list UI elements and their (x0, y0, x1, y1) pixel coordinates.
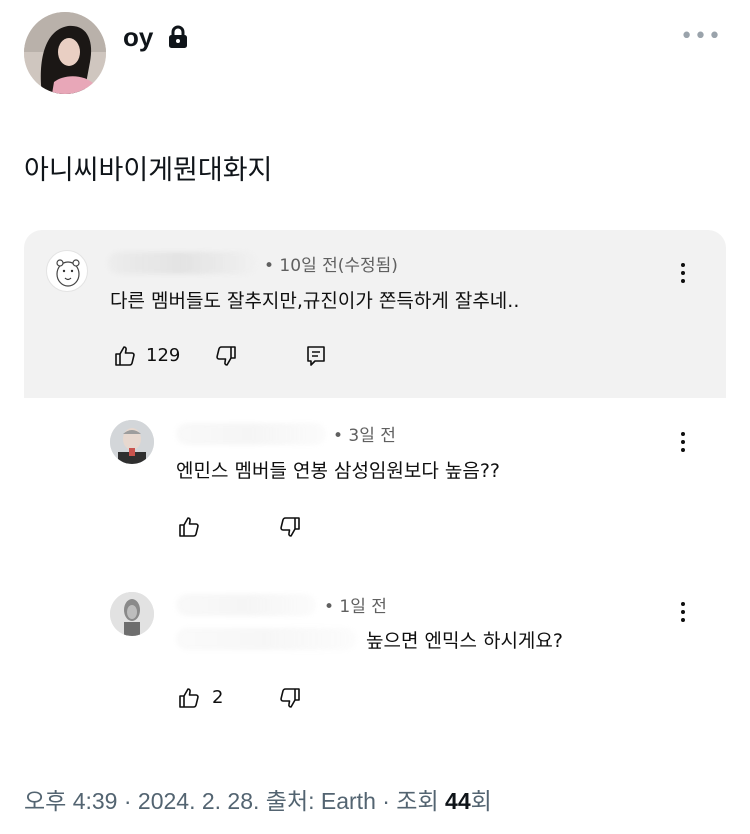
commenter-avatar[interactable] (110, 592, 154, 636)
comment-text: 다른 멤버들도 잘추지만,규진이가 쫀득하게 잘추네.. (110, 290, 520, 312)
username[interactable]: oy (123, 22, 153, 53)
commenter-avatar[interactable] (110, 420, 154, 464)
comment-options-icon[interactable] (680, 602, 686, 626)
like-icon[interactable] (177, 686, 201, 710)
post-timestamp-source: 오후 4:39 · 2024. 2. 28. 출처: Earth · 조회 (24, 788, 446, 814)
like-count: 129 (146, 345, 181, 366)
commenter-avatar[interactable] (46, 250, 88, 292)
profile-avatar[interactable] (24, 12, 106, 94)
comment-text: 엔민스 멤버들 연봉 삼성임원보다 높음?? (176, 460, 501, 482)
view-suffix: 회 (470, 788, 492, 814)
like-icon[interactable] (113, 344, 137, 368)
like-icon[interactable] (177, 515, 201, 539)
dislike-icon[interactable] (278, 515, 302, 539)
lock-icon (168, 25, 188, 49)
reply-icon[interactable] (304, 344, 328, 368)
commenter-name-redacted (108, 252, 256, 274)
post-footer: 오후 4:39 · 2024. 2. 28. 출처: Earth · 조회 44… (24, 782, 492, 816)
comment-text-redacted (176, 628, 356, 650)
comment-meta: • 10일 전(수정됨) (264, 256, 398, 276)
like-count: 2 (212, 687, 224, 708)
view-count: 44 (445, 788, 471, 814)
commenter-name-redacted (176, 594, 316, 616)
dislike-icon[interactable] (214, 344, 238, 368)
commenter-name-redacted (176, 423, 326, 445)
comment-meta: • 3일 전 (333, 426, 396, 446)
comment-options-icon[interactable] (680, 432, 686, 456)
comment-meta: • 1일 전 (324, 597, 387, 617)
dislike-icon[interactable] (278, 686, 302, 710)
comment-options-icon[interactable] (680, 263, 686, 287)
more-dots-icon[interactable]: ••• (680, 26, 722, 48)
post-text: 아니씨바이게뭔대화지 (24, 155, 273, 186)
comment-text: 높으면 엔믹스 하시게요? (366, 630, 563, 652)
